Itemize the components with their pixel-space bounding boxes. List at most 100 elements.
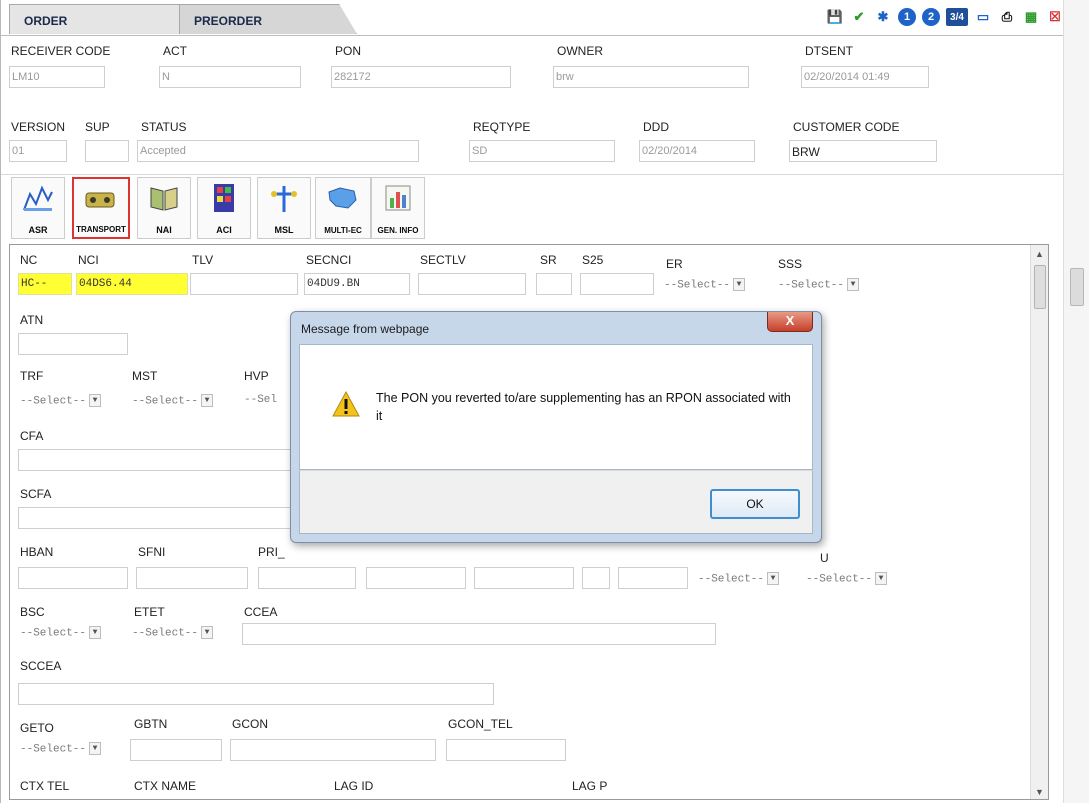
book-icon[interactable]: ▭ bbox=[974, 8, 992, 26]
print-icon[interactable]: ⎙ bbox=[998, 8, 1016, 26]
multi-ec-caption: MULTI-EC bbox=[324, 226, 362, 235]
sss-label: SSS bbox=[778, 257, 803, 271]
reqtype-label: REQTYPE bbox=[473, 120, 531, 134]
export-icon[interactable]: ▦ bbox=[1022, 8, 1040, 26]
unlabeled-field-2[interactable] bbox=[474, 567, 574, 589]
ccea-field[interactable] bbox=[242, 623, 716, 645]
ctx-name-label: CTX NAME bbox=[134, 779, 197, 793]
asr-button[interactable]: ASR bbox=[11, 177, 65, 239]
gcon-tel-label: GCON_TEL bbox=[448, 717, 513, 731]
mst-select[interactable]: --Select-- ▼ bbox=[130, 391, 215, 412]
status-field[interactable]: Accepted bbox=[137, 140, 419, 162]
unlabeled-field-4[interactable] bbox=[618, 567, 688, 589]
unlabeled-select-1[interactable]: --Select-- ▼ bbox=[696, 569, 781, 590]
step-2-icon[interactable]: 2 bbox=[922, 8, 940, 26]
chevron-down-icon: ▼ bbox=[89, 394, 102, 407]
transport-icon bbox=[85, 192, 115, 208]
sectlv-label: SECTLV bbox=[420, 253, 466, 267]
dtsent-field[interactable]: 02/20/2014 01:49 bbox=[801, 66, 929, 88]
nci-field[interactable]: 04DS6.44 bbox=[76, 273, 188, 295]
u-select[interactable]: --Select-- ▼ bbox=[804, 569, 889, 590]
gcon-label: GCON bbox=[232, 717, 268, 731]
run-icon[interactable]: ✱ bbox=[874, 8, 892, 26]
close-icon[interactable]: ☒ bbox=[1046, 8, 1064, 26]
ddd-field[interactable]: 02/20/2014 bbox=[639, 140, 755, 162]
cfa-field[interactable] bbox=[18, 449, 300, 471]
transport-caption: TRANSPORT bbox=[76, 225, 126, 234]
gen-info-button[interactable]: GEN. INFO bbox=[371, 177, 425, 239]
multi-ec-button[interactable]: MULTI-EC bbox=[315, 177, 371, 239]
sccea-label: SCCEA bbox=[20, 659, 62, 673]
book-icon bbox=[150, 187, 178, 211]
tab-preorder[interactable]: PREORDER bbox=[179, 4, 357, 34]
atn-field[interactable] bbox=[18, 333, 128, 355]
geto-select[interactable]: --Select-- ▼ bbox=[18, 739, 103, 760]
scroll-down-icon[interactable]: ▼ bbox=[1035, 787, 1044, 797]
unlabeled-field-1[interactable] bbox=[366, 567, 466, 589]
sfni-field[interactable] bbox=[136, 567, 248, 589]
version-field[interactable]: 01 bbox=[9, 140, 67, 162]
check-icon[interactable]: ✔ bbox=[850, 8, 868, 26]
sr-field[interactable] bbox=[536, 273, 572, 295]
u-label: U bbox=[820, 551, 829, 565]
asr-icon bbox=[23, 185, 53, 211]
trf-select[interactable]: --Select-- ▼ bbox=[18, 391, 103, 412]
hvp-select[interactable]: --Sel bbox=[242, 391, 279, 412]
hvp-select-value: --Sel bbox=[244, 394, 278, 406]
er-select[interactable]: --Select-- ▼ bbox=[662, 275, 747, 296]
message-dialog: Message from webpage X The PON you rever… bbox=[290, 311, 822, 543]
dtsent-label: DTSENT bbox=[805, 44, 853, 58]
gcon-tel-field[interactable] bbox=[446, 739, 566, 761]
reqtype-field[interactable]: SD bbox=[469, 140, 615, 162]
gen-info-caption: GEN. INFO bbox=[377, 226, 419, 235]
s25-field[interactable] bbox=[580, 273, 654, 295]
owner-field[interactable]: brw bbox=[553, 66, 749, 88]
save-icon[interactable]: 💾 bbox=[826, 8, 844, 26]
msl-button[interactable]: MSL bbox=[257, 177, 311, 239]
customer-code-field[interactable]: BRW bbox=[789, 140, 937, 162]
hban-field[interactable] bbox=[18, 567, 128, 589]
scroll-up-icon[interactable]: ▲ bbox=[1035, 249, 1044, 259]
act-field[interactable]: N bbox=[159, 66, 301, 88]
tlv-field[interactable] bbox=[190, 273, 298, 295]
form-scrollbar[interactable]: ▲ ▼ bbox=[1030, 245, 1048, 799]
tab-order[interactable]: ORDER bbox=[9, 4, 181, 34]
aci-button[interactable]: ACI bbox=[197, 177, 251, 239]
hvp-label: HVP bbox=[244, 369, 269, 383]
sectlv-field[interactable] bbox=[418, 273, 526, 295]
nci-label: NCI bbox=[78, 253, 99, 267]
chevron-down-icon: ▼ bbox=[767, 572, 780, 585]
receiver-code-field[interactable]: LM10 bbox=[9, 66, 105, 88]
pon-field[interactable]: 282172 bbox=[331, 66, 511, 88]
scfa-field[interactable] bbox=[18, 507, 300, 529]
geto-select-value: --Select-- bbox=[20, 743, 87, 756]
nc-field[interactable]: HC-- bbox=[18, 273, 72, 295]
pri-field[interactable] bbox=[258, 567, 356, 589]
transport-button[interactable]: TRANSPORT bbox=[72, 177, 130, 239]
sss-select[interactable]: --Select-- ▼ bbox=[776, 275, 861, 296]
dialog-close-button[interactable]: X bbox=[767, 312, 813, 332]
nai-button[interactable]: NAI bbox=[137, 177, 191, 239]
etet-select[interactable]: --Select-- ▼ bbox=[130, 623, 215, 644]
page-scrollbar[interactable] bbox=[1063, 0, 1089, 803]
s25-label: S25 bbox=[582, 253, 604, 267]
chevron-down-icon: ▼ bbox=[89, 626, 102, 639]
form-scrollbar-thumb[interactable] bbox=[1034, 265, 1046, 309]
sup-field[interactable] bbox=[85, 140, 129, 162]
ddd-label: DDD bbox=[643, 120, 669, 134]
unlabeled-field-3[interactable] bbox=[582, 567, 610, 589]
step-1-icon[interactable]: 1 bbox=[898, 8, 916, 26]
gcon-field[interactable] bbox=[230, 739, 436, 761]
chevron-down-icon: ▼ bbox=[201, 626, 214, 639]
gbtn-field[interactable] bbox=[130, 739, 222, 761]
warning-icon bbox=[332, 391, 360, 417]
page-scrollbar-thumb[interactable] bbox=[1070, 268, 1084, 306]
u-select-value: --Select-- bbox=[806, 573, 873, 586]
sccea-field[interactable] bbox=[18, 683, 494, 705]
map-icon bbox=[328, 187, 357, 209]
secnci-field[interactable]: 04DU9.BN bbox=[304, 273, 410, 295]
bsc-select[interactable]: --Select-- ▼ bbox=[18, 623, 103, 644]
ok-button[interactable]: OK bbox=[710, 489, 800, 519]
step-3-4-icon[interactable]: 3/4 bbox=[946, 8, 968, 26]
trf-select-value: --Select-- bbox=[20, 395, 87, 408]
